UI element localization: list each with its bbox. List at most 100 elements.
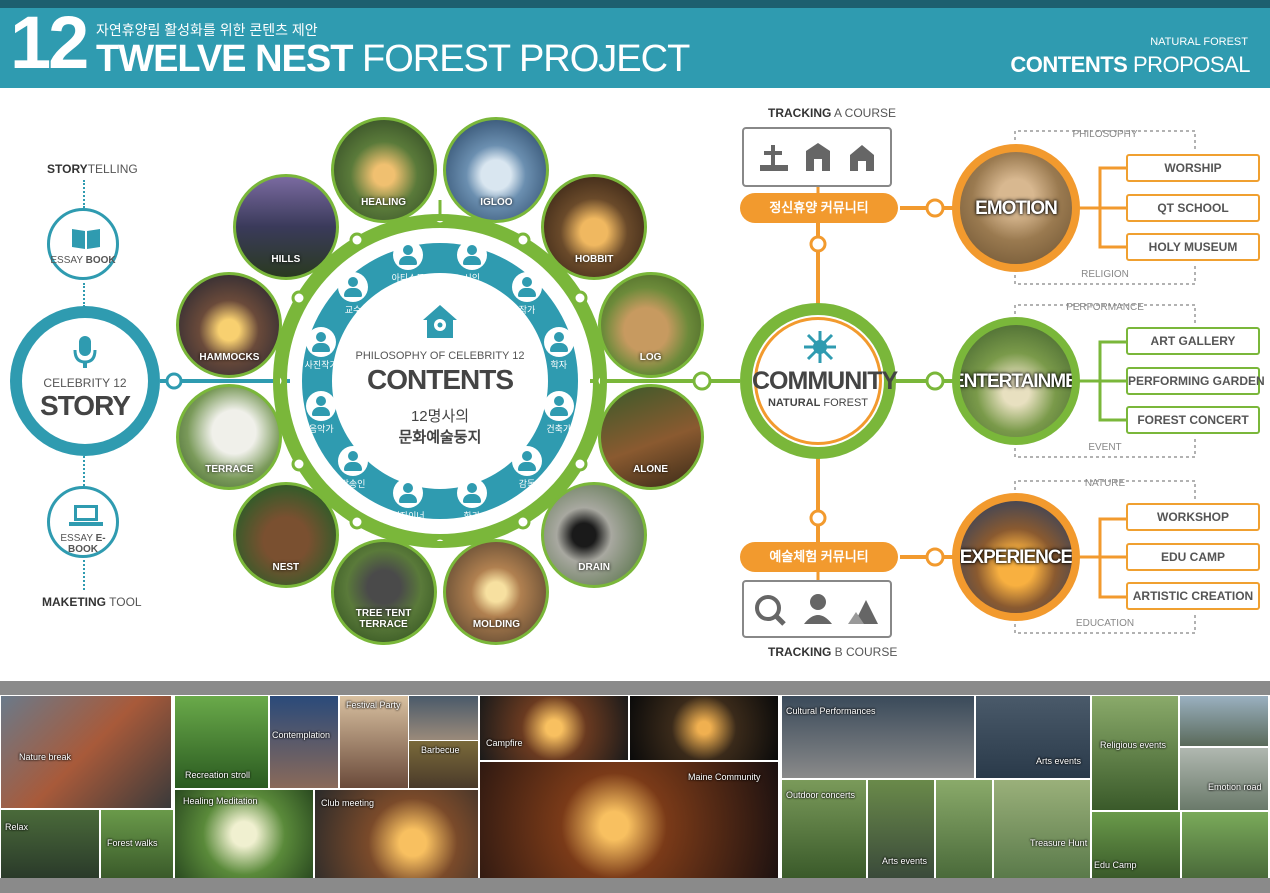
- pill-art-community[interactable]: 예술체험 커뮤니티: [740, 542, 898, 572]
- activity-photo-caption: Campfire: [486, 738, 523, 748]
- nest-caption: MOLDING: [472, 618, 521, 630]
- activity-photo: Club meeting: [315, 790, 478, 878]
- activity-photo: [1182, 812, 1268, 878]
- activity-photo: [630, 696, 778, 760]
- group-item-button[interactable]: PERFORMING GARDEN: [1126, 367, 1265, 395]
- activity-photo: Treasure Hunt: [994, 780, 1090, 878]
- activity-photo: [1180, 696, 1268, 746]
- role-badge[interactable]: 아티스트: [389, 240, 427, 284]
- pill-spiritual-community[interactable]: 정신휴양 커뮤니티: [740, 193, 898, 223]
- activity-photo: Maine Community: [480, 762, 778, 878]
- nest-photo-circle[interactable]: ALONE: [597, 384, 704, 491]
- activity-photo-caption: Nature break: [19, 752, 72, 762]
- person-icon: [338, 272, 369, 303]
- activity-photo-caption: Treasure Hunt: [1030, 838, 1088, 848]
- nest-caption: ALONE: [633, 464, 669, 476]
- activity-photo: Cultural Performances: [782, 696, 974, 778]
- group-item-button[interactable]: FOREST CONCERT: [1126, 406, 1260, 434]
- nest-caption: HEALING: [361, 197, 407, 209]
- role-label: 아티스트: [391, 273, 425, 284]
- activity-photo-caption: Edu Camp: [1094, 860, 1137, 870]
- nest-photo-circle[interactable]: IGLOO: [443, 117, 550, 224]
- nest-photo-circle[interactable]: TREE TENT TERRACE: [330, 538, 437, 645]
- worship-icons: [760, 143, 874, 171]
- group-bottom-label: EDUCATION: [1075, 618, 1135, 629]
- nest-photo-circle[interactable]: DRAIN: [541, 482, 648, 589]
- activity-photo-caption: Forest walks: [107, 838, 158, 848]
- activity-photo-caption: Contemplation: [272, 730, 331, 740]
- activity-photo: Campfire: [480, 696, 628, 760]
- group-item-button[interactable]: HOLY MUSEUM: [1126, 233, 1260, 261]
- role-badge[interactable]: 디자이너: [389, 477, 427, 522]
- activity-photo: [409, 696, 478, 740]
- person-icon: [338, 445, 369, 476]
- group-item-button[interactable]: WORSHIP: [1126, 154, 1260, 182]
- nest-caption: NEST: [272, 562, 300, 574]
- group-item-button[interactable]: WORKSHOP: [1126, 503, 1260, 531]
- activity-photo: Religious events: [1092, 696, 1178, 810]
- nest-photo-circle[interactable]: LOG: [597, 271, 704, 378]
- role-badge[interactable]: 음악가: [302, 390, 340, 435]
- community-word: COMMUNITY: [752, 367, 898, 395]
- group-circle[interactable]: EMOTION: [952, 144, 1080, 272]
- group-top-label: PHILOSOPHY: [1072, 129, 1138, 140]
- activity-photo: Nature break: [1, 696, 171, 808]
- group-top-label: NATURE: [1084, 478, 1126, 489]
- activity-photo: Recreation stroll: [175, 696, 268, 788]
- activity-photo-caption: Barbecue: [421, 745, 460, 755]
- role-badge[interactable]: 작가: [508, 272, 546, 316]
- group-circle[interactable]: ENTERTAINMENT: [952, 317, 1080, 445]
- nest-photo-circle[interactable]: HOBBIT: [541, 173, 648, 280]
- activity-photo-caption: Arts events: [1036, 756, 1082, 766]
- group-item-button[interactable]: QT SCHOOL: [1126, 194, 1260, 222]
- nest-photo-circle[interactable]: HAMMOCKS: [176, 271, 283, 378]
- role-label: 작가: [518, 305, 536, 316]
- nest-photo-circle[interactable]: MOLDING: [443, 538, 550, 645]
- activity-photo-caption: Relax: [5, 822, 29, 832]
- nest-caption: TREE TENT TERRACE: [355, 607, 412, 630]
- role-badge[interactable]: 건축가: [540, 390, 578, 435]
- house-icon: [423, 305, 457, 338]
- community-circle[interactable]: COMMUNITY NATURAL FOREST: [740, 303, 898, 459]
- role-label: 감독: [518, 478, 536, 489]
- role-label: 디자이너: [391, 510, 425, 521]
- nest-photo-circle[interactable]: HEALING: [330, 117, 437, 224]
- activity-photo-caption: Festival Party: [346, 700, 401, 710]
- nest-photo-circle[interactable]: NEST: [232, 482, 339, 589]
- group-item-button[interactable]: ARTISTIC CREATION: [1126, 582, 1260, 610]
- group-item-button[interactable]: ART GALLERY: [1126, 327, 1260, 355]
- group-title: ENTERTAINMENT: [952, 371, 1077, 392]
- role-badge[interactable]: 교수: [334, 272, 372, 316]
- activity-photo: Relax: [1, 810, 99, 878]
- tracking-a-box: [742, 127, 892, 187]
- tracking-b-label: TRACKING B COURSE: [768, 645, 898, 659]
- network-icon: [804, 331, 836, 363]
- tracking-a-label: TRACKING A COURSE: [768, 106, 897, 120]
- role-badge[interactable]: 사진작가: [302, 327, 340, 371]
- role-badge[interactable]: 학자: [540, 327, 578, 371]
- activity-photo-caption: Maine Community: [688, 772, 761, 782]
- role-label: 교수: [344, 305, 362, 316]
- photo-strip-bottom-bar: [0, 878, 1270, 893]
- person-icon: [543, 390, 574, 421]
- role-badge[interactable]: 방송인: [334, 445, 372, 490]
- role-badge[interactable]: 화가: [453, 477, 491, 522]
- group-title: EMOTION: [975, 198, 1058, 219]
- group-item-button[interactable]: EDU CAMP: [1126, 543, 1260, 571]
- nest-photo-circle[interactable]: HILLS: [232, 173, 339, 280]
- nest-caption: LOG: [639, 351, 662, 363]
- role-badge[interactable]: 감독: [508, 445, 546, 490]
- activity-photo-caption: Recreation stroll: [185, 770, 251, 780]
- person-icon: [511, 272, 542, 303]
- activity-photo: Festival Party: [340, 696, 408, 788]
- activity-photo-caption: Healing Meditation: [183, 796, 258, 806]
- person-icon: [306, 390, 337, 421]
- activity-photo: Healing Meditation: [175, 790, 313, 878]
- role-badge[interactable]: 시인: [453, 240, 491, 284]
- tracking-b-box: [742, 580, 892, 638]
- nest-photo-circle[interactable]: TERRACE: [176, 384, 283, 491]
- role-label: 사진작가: [304, 360, 338, 371]
- group-circle[interactable]: EXPERIENCE: [952, 493, 1080, 621]
- nest-caption: DRAIN: [578, 562, 610, 574]
- group-top-label: PERFORMANCE: [1066, 302, 1144, 313]
